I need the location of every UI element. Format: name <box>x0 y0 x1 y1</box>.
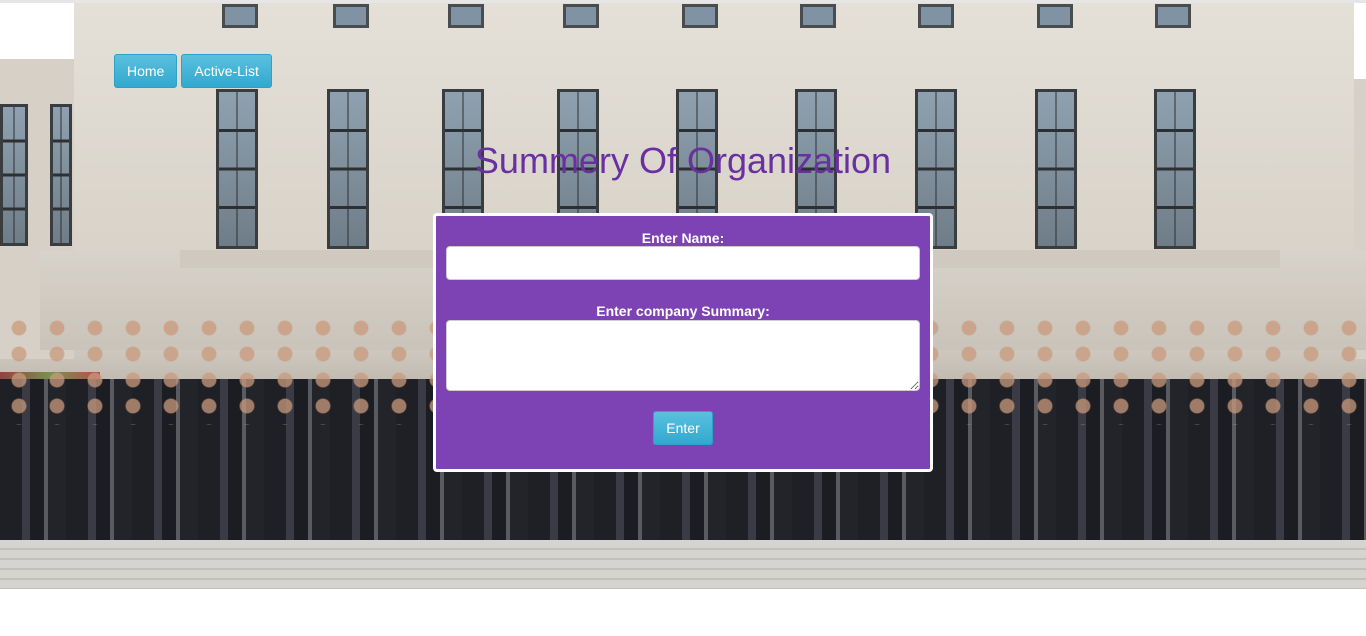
sky-left <box>0 3 74 59</box>
top-strip <box>0 0 1366 3</box>
upper-window <box>448 4 484 28</box>
name-label: Enter Name: <box>641 230 725 246</box>
sky-right <box>1354 3 1366 79</box>
upper-window <box>563 4 599 28</box>
upper-window <box>1037 4 1073 28</box>
upper-window <box>918 4 954 28</box>
upper-window <box>222 4 258 28</box>
active-list-button[interactable]: Active-List <box>181 54 272 88</box>
stone-steps <box>0 540 1366 589</box>
summary-textarea[interactable] <box>446 320 920 391</box>
summary-label: Enter company Summary: <box>596 303 770 319</box>
page-title: Summery Of Organization <box>474 140 892 181</box>
upper-window <box>1155 4 1191 28</box>
upper-window <box>800 4 836 28</box>
upper-window <box>333 4 369 28</box>
upper-window <box>682 4 718 28</box>
home-button[interactable]: Home <box>114 54 178 88</box>
enter-button[interactable]: Enter <box>653 411 713 445</box>
name-input[interactable] <box>446 246 920 280</box>
organization-form: Enter Name: Enter company Summary: Enter <box>433 213 933 472</box>
top-nav: Home Active-List <box>114 54 272 88</box>
